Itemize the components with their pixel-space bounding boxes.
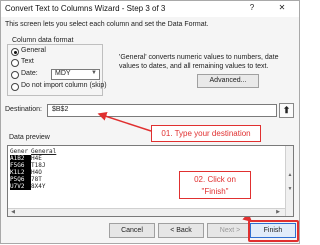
scroll-right-icon[interactable]: ▶ [274, 209, 282, 215]
next-button[interactable]: Next > [207, 223, 253, 238]
back-button[interactable]: < Back [158, 223, 204, 238]
scroll-up-icon[interactable]: ▲ [286, 172, 293, 178]
data-preview-label: Data preview [9, 134, 50, 141]
preview-cell: K1L2 [10, 169, 31, 176]
preview-row: A1B2 H4E [10, 155, 280, 162]
preview-cell: 78T [31, 176, 42, 183]
callout-destination: 01. Type your destination [151, 125, 261, 142]
arrow-to-destination [97, 112, 152, 132]
cancel-button[interactable]: Cancel [109, 223, 155, 238]
preview-cell: H4O [31, 169, 42, 176]
callout-finish-line2: "Finish" [201, 187, 229, 196]
scroll-left-icon[interactable]: ◀ [9, 209, 17, 215]
preview-cell: P5Q6 [10, 176, 31, 183]
callout-finish: 02. Click on "Finish" [179, 171, 251, 199]
preview-cell: 8X4Y [31, 183, 46, 190]
preview-header-col2: General [31, 148, 57, 155]
preview-cell: F5G6 [10, 162, 31, 169]
preview-row: F5G6 T18J [10, 162, 280, 169]
preview-vertical-scrollbar[interactable]: ▲ ▼ [285, 146, 293, 216]
scroll-down-icon[interactable]: ▼ [286, 186, 293, 192]
preview-cell: H4E [31, 155, 42, 162]
finish-highlight [248, 220, 299, 242]
preview-cell: A1B2 [10, 155, 31, 162]
preview-header-col1: Gener [10, 148, 29, 155]
preview-cell: U7V2 [10, 183, 31, 190]
preview-cell: T18J [31, 162, 46, 169]
preview-horizontal-scrollbar[interactable]: ◀ ▶ [8, 208, 285, 216]
callout-finish-line1: 02. Click on [194, 175, 236, 184]
preview-header: Gener General [10, 148, 280, 155]
wizard-dialog: Convert Text to Columns Wizard - Step 3 … [0, 0, 300, 244]
